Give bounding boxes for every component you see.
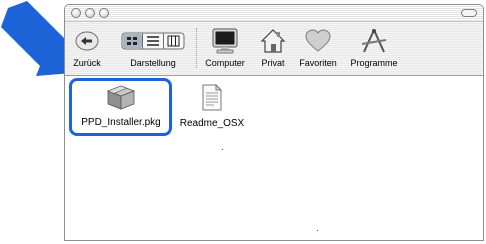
home-label: Privat <box>261 58 285 68</box>
toolbar-separator <box>196 28 198 68</box>
file-name: Readme_OSX <box>179 118 245 129</box>
view-mode-control[interactable]: Darstellung <box>117 26 189 68</box>
toolbar-toggle-button[interactable] <box>461 9 477 17</box>
computer-button[interactable]: Computer <box>201 26 249 68</box>
toolbar: Zurück Darstellung Computer Privat Favor… <box>65 22 483 76</box>
back-label: Zurück <box>73 58 101 68</box>
home-button[interactable]: Privat <box>257 26 289 68</box>
selection-highlight <box>69 78 172 136</box>
heart-icon <box>305 29 331 52</box>
zoom-window-button[interactable] <box>99 8 109 18</box>
back-arrow-icon <box>75 31 99 51</box>
home-house-icon <box>260 29 286 53</box>
computer-monitor-icon <box>212 28 238 54</box>
applications-label: Programme <box>350 58 398 68</box>
text-document-icon <box>202 83 223 111</box>
applications-button[interactable]: Programme <box>348 26 400 68</box>
computer-label: Computer <box>205 58 245 68</box>
dust-speck <box>317 230 318 231</box>
back-button[interactable]: Zurück <box>69 26 105 68</box>
file-item-readme-osx[interactable]: Readme_OSX <box>177 83 247 129</box>
favorites-button[interactable]: Favoriten <box>294 26 342 68</box>
minimize-window-button[interactable] <box>85 8 95 18</box>
title-bar[interactable] <box>65 5 483 22</box>
dust-speck <box>222 149 223 150</box>
view-mode-label: Darstellung <box>130 58 176 68</box>
favorites-label: Favoriten <box>299 58 337 68</box>
view-mode-icon <box>121 32 185 50</box>
close-window-button[interactable] <box>71 8 81 18</box>
applications-icon <box>361 29 387 53</box>
